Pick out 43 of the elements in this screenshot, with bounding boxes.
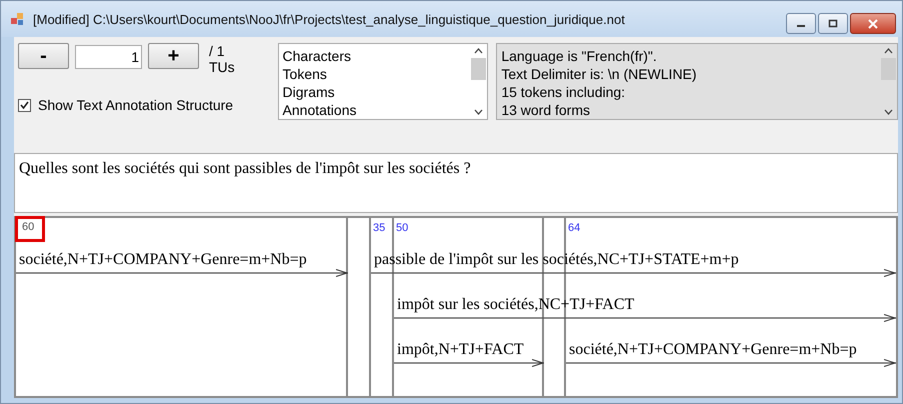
arrow-head-icon: [884, 314, 896, 322]
scroll-up-icon[interactable]: [474, 48, 484, 54]
next-button[interactable]: +: [148, 43, 199, 69]
annotation-label: passible de l'impôt sur les sociétés,NC+TJ+STATE+m+p: [373, 251, 739, 269]
app-icon: [11, 12, 25, 26]
results-list[interactable]: Characters Tokens Digrams Annotations: [278, 43, 488, 120]
position-label: 60: [15, 216, 46, 242]
arrow-head-icon: [884, 359, 896, 367]
unit-number-field[interactable]: 1: [75, 45, 142, 69]
position-label: 35: [372, 221, 386, 234]
show-structure-checkbox[interactable]: Show Text Annotation Structure: [18, 97, 270, 113]
unit-label: TUs: [209, 59, 235, 75]
scroll-up-icon[interactable]: [884, 48, 893, 54]
arrow-head-icon: [532, 359, 544, 367]
close-icon: [867, 18, 879, 28]
position-label: 64: [567, 221, 580, 234]
info-line: 13 word forms: [501, 101, 592, 119]
unit-total: / 1: [209, 43, 226, 59]
minimize-button[interactable]: [786, 13, 816, 34]
annotation-label: impôt sur les sociétés,NC+TJ+FACT: [396, 296, 634, 314]
arrow-head-icon: [884, 269, 896, 277]
arrow-head-icon: [336, 269, 348, 277]
maximize-icon: [827, 18, 839, 28]
previous-button[interactable]: -: [18, 43, 69, 69]
window-title: [Modified] C:\Users\kourt\Documents\NooJ\fr\Projects\test_analyse_linguistique_question_juridique.not: [33, 12, 626, 26]
check-icon: [20, 100, 29, 110]
checkbox-label: Show Text Annotation Structure: [38, 97, 234, 113]
scroll-down-icon[interactable]: [474, 109, 484, 115]
list-item[interactable]: Digrams: [282, 83, 466, 101]
scroll-down-icon[interactable]: [884, 109, 893, 115]
annotation-label: société,N+TJ+COMPANY+Genre=m+Nb=p: [568, 341, 857, 359]
info-line: 15 tokens including:: [501, 83, 626, 101]
close-button[interactable]: [850, 13, 896, 34]
maximize-button[interactable]: [818, 13, 848, 34]
list-item[interactable]: Tokens: [282, 65, 466, 83]
info-line: Text Delimiter is: \n (NEWLINE): [501, 65, 698, 83]
annotation-label: impôt,N+TJ+FACT: [396, 341, 524, 359]
position-label: 50: [395, 221, 408, 234]
list-item[interactable]: Annotations: [282, 101, 466, 119]
info-line: Language is "French(fr)".: [501, 47, 658, 65]
list-item[interactable]: Characters: [282, 47, 466, 65]
annotation-label: société,N+TJ+COMPANY+Genre=m+Nb=p: [18, 251, 307, 269]
text-field[interactable]: Quelles sont les sociétés qui sont passibles de l'impôt sur les sociétés ?: [14, 153, 898, 213]
